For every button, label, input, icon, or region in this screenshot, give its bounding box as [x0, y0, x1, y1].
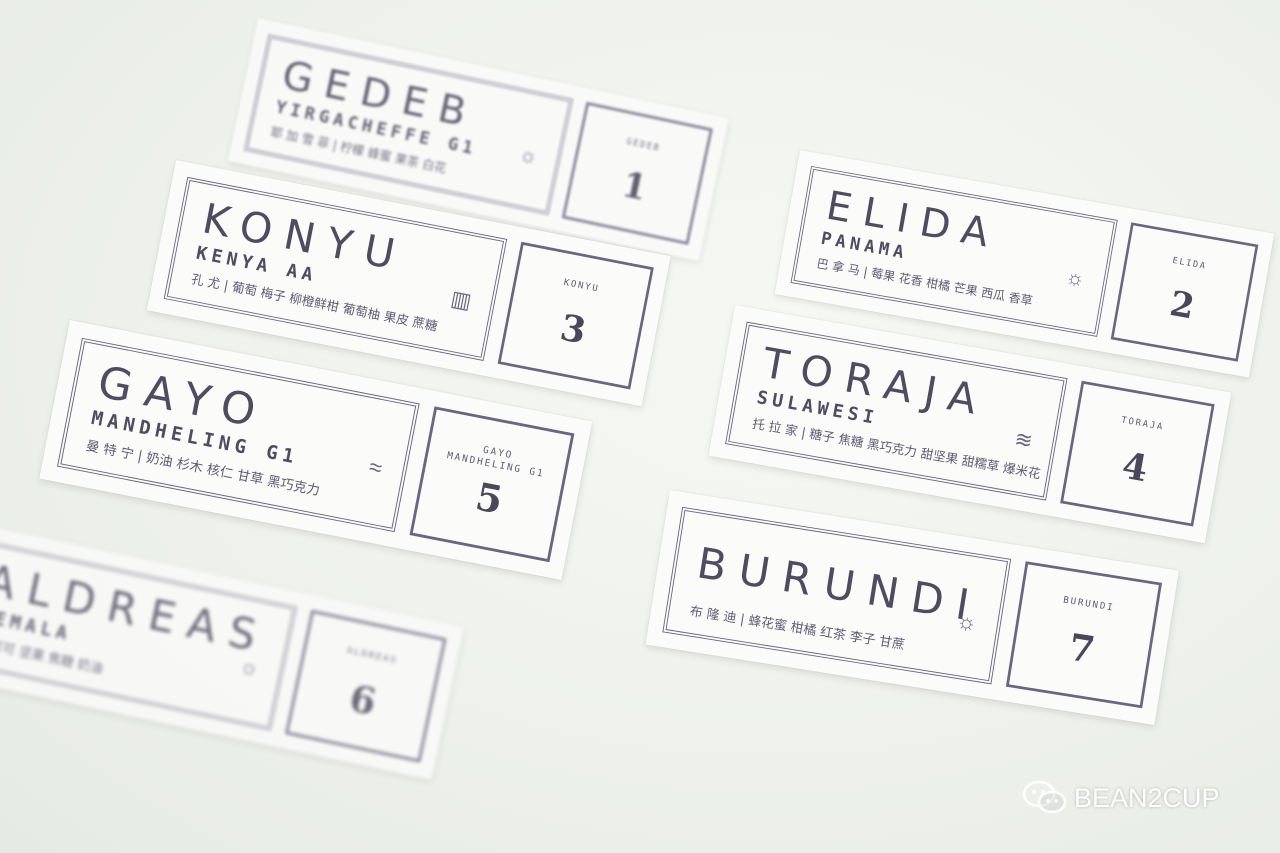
coffee-label-burundi: BURUNDI 布 隆 迪 | 蜂花蜜 柑橘 红茶 李子 甘蔗 ☼ BURUND…	[645, 490, 1179, 726]
number-caption: TORAJA	[1120, 415, 1165, 433]
label-number-frame: GEDEB 1	[561, 101, 713, 245]
label-number-frame: BURUNDI 7	[1005, 561, 1163, 709]
grid-icon: ▥	[448, 286, 474, 315]
label-number: 2	[1166, 283, 1198, 328]
label-number-frame: GAYO MANDHELING G1 5	[409, 406, 575, 563]
number-caption: ELIDA	[1171, 256, 1208, 272]
label-number-frame: ALDREAS 6	[285, 609, 447, 763]
label-number: 6	[345, 676, 380, 724]
coffee-label-aldreas: ALDREAS TEMALA · | 可可 坚果 焦糖 奶油 ☼ ALDREAS…	[0, 520, 464, 781]
flavor-notes: 巴 拿 马 | 莓果 花香 柑橘 芒果 西瓜 香草	[815, 257, 1034, 309]
label-number: 3	[556, 306, 590, 353]
label-main-frame: ALDREAS TEMALA · | 可可 坚果 焦糖 奶油 ☼	[0, 537, 298, 731]
label-main-frame: GAYO MANDHELING G1 曼 特 宁 | 奶油 杉木 核仁 甘草 黑…	[57, 337, 420, 533]
label-number-frame: TORAJA 4	[1060, 380, 1215, 527]
wechat-icon	[1022, 780, 1067, 814]
sun-icon: ☼	[954, 608, 979, 637]
flavor-notes: 托 拉 家 | 糖子 焦糖 黑巧克力 甜坚果 甜糯草 爆米花	[751, 417, 1042, 482]
label-main-frame: TORAJA SULAWESI 托 拉 家 | 糖子 焦糖 黑巧克力 甜坚果 甜…	[725, 321, 1068, 501]
label-number: 1	[618, 164, 651, 209]
wave-icon: ≈	[366, 454, 385, 482]
water-waves-icon: ≋	[1012, 426, 1035, 454]
label-number: 4	[1118, 444, 1151, 491]
label-main-frame: BURUNDI 布 隆 迪 | 蜂花蜜 柑橘 红茶 李子 甘蔗 ☼	[662, 506, 1012, 685]
label-number: 7	[1065, 625, 1098, 673]
watermark-text: BEAN2CUP	[1074, 782, 1220, 813]
number-caption: BURUNDI	[1062, 595, 1116, 614]
label-number-frame: ELIDA 2	[1110, 222, 1259, 362]
label-main-frame: ELIDA PANAMA 巴 拿 马 | 莓果 花香 柑橘 芒果 西瓜 香草 ☼	[790, 165, 1118, 337]
sun-icon: ☼	[516, 142, 541, 170]
sun-icon: ☼	[1063, 265, 1087, 292]
bean2cup-watermark: BEAN2CUP	[1022, 780, 1220, 816]
number-caption: KONYU	[562, 277, 601, 295]
sun-icon: ☼	[236, 653, 262, 682]
label-number-frame: KONYU 3	[497, 241, 654, 390]
